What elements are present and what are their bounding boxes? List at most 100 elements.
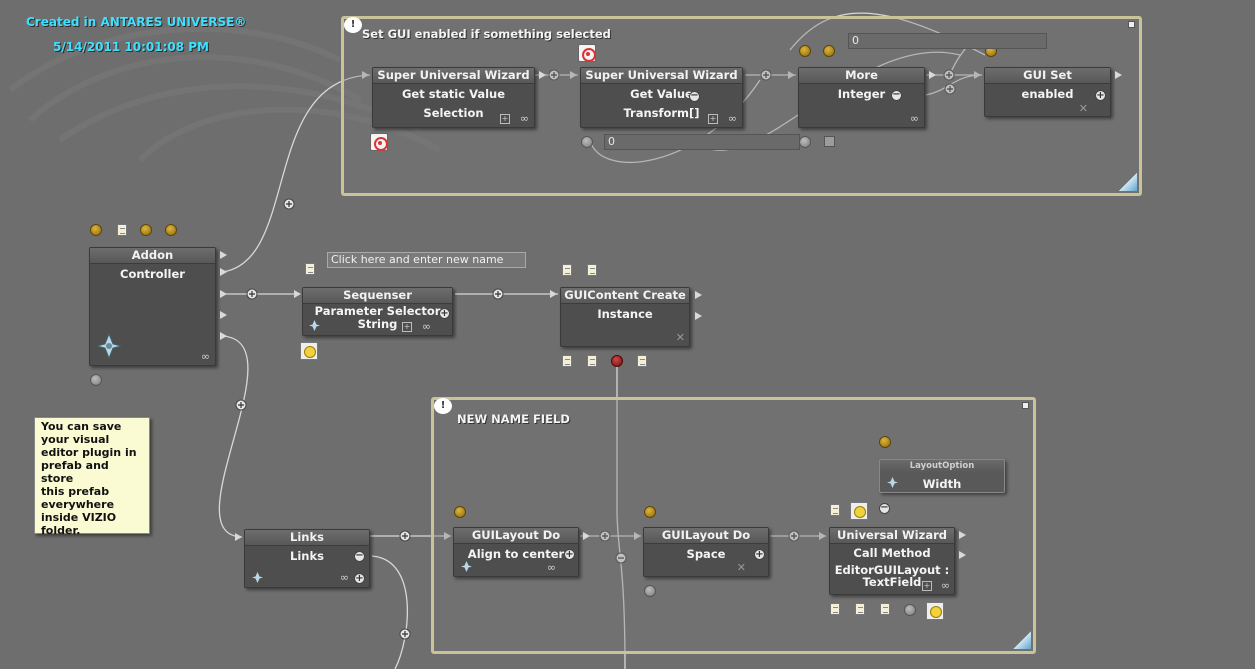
group-new-name-field[interactable]: ! NEW NAME FIELD: [431, 397, 1036, 654]
link-icon[interactable]: ∞: [201, 351, 210, 362]
bulb-icon[interactable]: [850, 502, 868, 520]
minus-icon[interactable]: −: [879, 503, 890, 514]
output-pin[interactable]: [583, 532, 590, 540]
document-icon[interactable]: [830, 603, 840, 615]
output-pin[interactable]: [695, 312, 702, 320]
expand-icon[interactable]: +: [922, 581, 932, 591]
document-icon[interactable]: [587, 355, 597, 367]
node-gui-set[interactable]: GUI Set enabled + ✕: [984, 67, 1111, 117]
document-icon[interactable]: [117, 224, 127, 236]
link-icon[interactable]: ∞: [340, 572, 349, 583]
link-icon[interactable]: ∞: [728, 113, 737, 124]
input-socket[interactable]: [140, 224, 152, 236]
output-pin[interactable]: [695, 291, 702, 299]
node-label: Controller: [120, 267, 185, 281]
plus-icon[interactable]: +: [754, 549, 765, 560]
document-icon[interactable]: [637, 355, 647, 367]
node-title: GUILayout Do: [454, 528, 578, 544]
link-icon[interactable]: ∞: [941, 580, 950, 591]
link-icon[interactable]: ∞: [547, 562, 556, 573]
input-socket[interactable]: [644, 506, 656, 518]
disabled-link-icon: ✕: [1078, 102, 1088, 115]
resize-icon[interactable]: [1119, 173, 1137, 191]
document-icon[interactable]: [587, 264, 597, 276]
comment-icon[interactable]: !: [344, 17, 362, 33]
node-title: Super Universal Wizard: [581, 68, 742, 84]
document-icon[interactable]: [855, 603, 865, 615]
node-layoutoption[interactable]: LayoutOption Width: [879, 459, 1005, 493]
output-pin[interactable]: [220, 268, 227, 276]
sticky-note[interactable]: You can save your visual editor plugin i…: [34, 417, 150, 537]
node-addon[interactable]: Addon Controller ∞: [89, 247, 216, 366]
expand-icon[interactable]: +: [500, 114, 510, 124]
expand-icon[interactable]: +: [402, 322, 412, 332]
link-icon[interactable]: ∞: [422, 321, 431, 332]
output-pin[interactable]: [1115, 71, 1122, 79]
document-icon[interactable]: [830, 504, 840, 516]
plus-icon[interactable]: +: [564, 549, 575, 560]
plus-icon[interactable]: +: [354, 573, 365, 584]
plus-icon[interactable]: +: [1095, 90, 1106, 101]
resize-icon[interactable]: [1013, 631, 1031, 649]
link-icon[interactable]: ∞: [910, 113, 919, 124]
input-socket-active[interactable]: [611, 355, 623, 367]
minus-icon[interactable]: −: [354, 551, 365, 562]
target-icon[interactable]: [370, 133, 388, 151]
node-links[interactable]: Links Links − + ∞: [244, 529, 370, 588]
timestamp-label: 5/14/2011 10:01:08 PM: [53, 40, 209, 54]
comment-icon[interactable]: !: [434, 398, 452, 414]
note-line: this prefab: [41, 485, 110, 498]
more-value-field[interactable]: 0: [848, 33, 1047, 49]
output-pin[interactable]: [959, 531, 966, 539]
node-more[interactable]: More Integer − ∞: [798, 67, 925, 128]
group-close-button[interactable]: [1022, 402, 1029, 409]
output-socket[interactable]: [644, 585, 656, 597]
visual-editor-canvas[interactable]: Created in ANTARES UNIVERSE® 5/14/2011 1…: [0, 0, 1255, 669]
suw2-value-field[interactable]: 0: [604, 134, 800, 150]
output-socket[interactable]: [90, 374, 102, 386]
document-icon[interactable]: [562, 355, 572, 367]
output-pin[interactable]: [220, 290, 227, 298]
minus-icon[interactable]: −: [689, 91, 700, 102]
link-icon[interactable]: ∞: [520, 113, 529, 124]
output-pin[interactable]: [220, 332, 227, 340]
new-name-input[interactable]: Click here and enter new name: [327, 252, 526, 268]
output-pin[interactable]: [220, 311, 227, 319]
document-icon[interactable]: [305, 263, 315, 275]
output-socket[interactable]: [904, 604, 916, 616]
antares-logo-icon: [252, 572, 263, 583]
node-universal-wizard[interactable]: Universal Wizard Call Method EditorGUILa…: [829, 527, 955, 595]
node-guilayout-do-align[interactable]: GUILayout Do Align to center + ∞: [453, 527, 579, 577]
output-pin[interactable]: [929, 71, 936, 79]
node-super-universal-wizard-1[interactable]: Super Universal Wizard Get static Value …: [372, 67, 535, 128]
input-socket[interactable]: [454, 506, 466, 518]
node-super-universal-wizard-2[interactable]: Super Universal Wizard Get Value Transfo…: [580, 67, 743, 128]
minus-icon[interactable]: −: [891, 90, 902, 101]
output-socket[interactable]: [799, 136, 811, 148]
document-icon[interactable]: [562, 264, 572, 276]
node-sequenser[interactable]: Sequenser Parameter Selector String + + …: [302, 287, 453, 336]
group-title: Set GUI enabled if something selected: [362, 27, 611, 41]
group-close-button[interactable]: [1128, 21, 1135, 28]
group-title: NEW NAME FIELD: [457, 412, 570, 426]
input-socket[interactable]: [879, 436, 891, 448]
node-guilayout-do-space[interactable]: GUILayout Do Space + ✕: [643, 527, 769, 577]
target-icon[interactable]: [578, 44, 596, 62]
document-icon[interactable]: [880, 603, 890, 615]
plus-icon[interactable]: +: [439, 308, 450, 319]
node-label: Get Value: [630, 87, 693, 101]
output-socket[interactable]: [581, 136, 593, 148]
node-guicontent-create[interactable]: GUIContent Create Instance ✕: [560, 287, 690, 347]
output-pin[interactable]: [959, 551, 966, 559]
output-pin[interactable]: [539, 71, 546, 79]
input-socket[interactable]: [165, 224, 177, 236]
input-socket[interactable]: [90, 224, 102, 236]
toggle-checkbox[interactable]: [824, 136, 835, 147]
bulb-icon[interactable]: [926, 602, 944, 620]
bulb-icon[interactable]: [300, 342, 318, 360]
input-socket[interactable]: [799, 45, 811, 57]
input-socket[interactable]: [823, 45, 835, 57]
expand-icon[interactable]: +: [708, 114, 718, 124]
output-pin[interactable]: [220, 251, 227, 259]
node-title: Super Universal Wizard: [373, 68, 534, 84]
